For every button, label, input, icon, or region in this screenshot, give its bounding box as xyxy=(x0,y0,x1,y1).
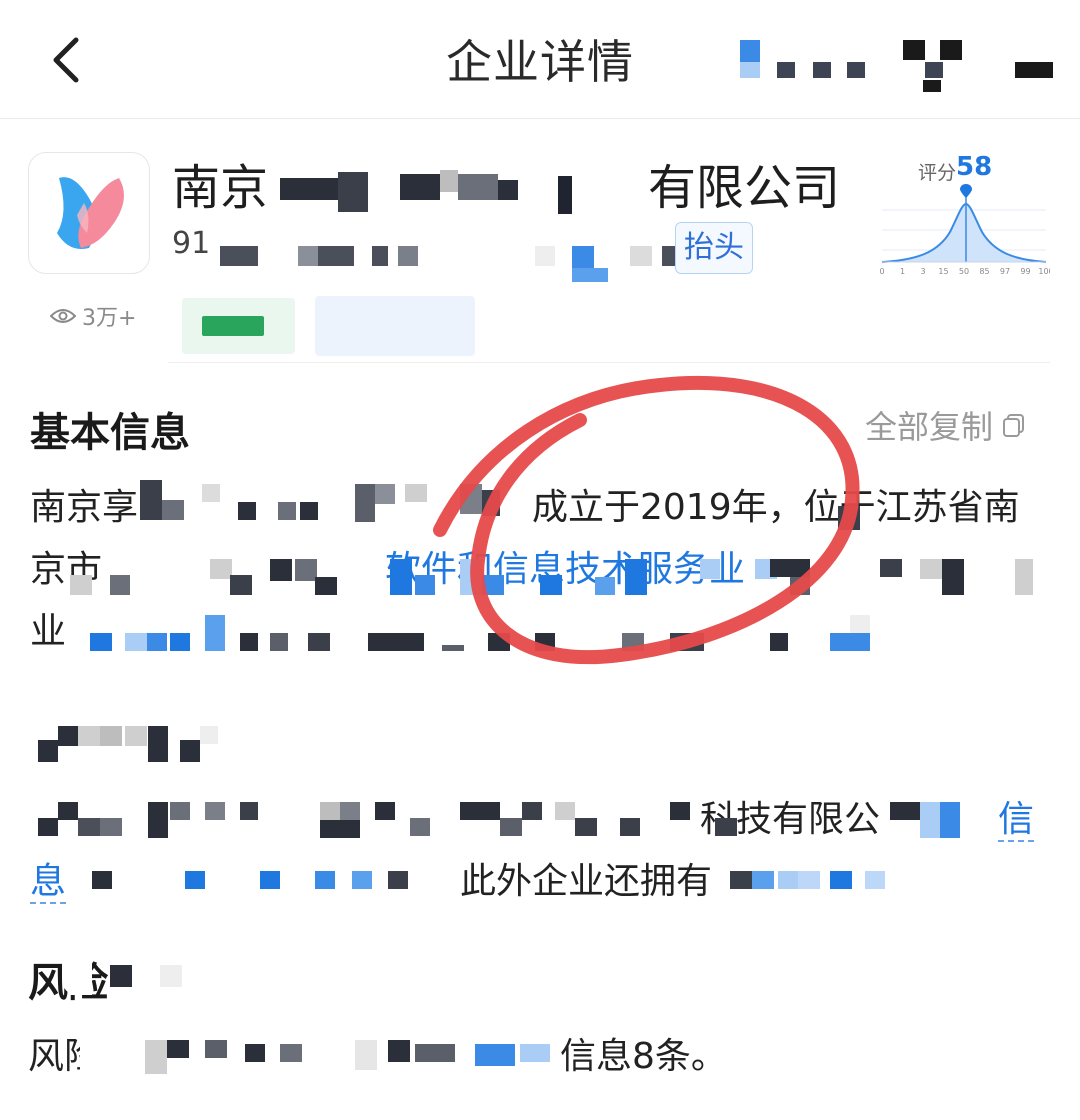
company-logo xyxy=(28,152,150,274)
eye-icon xyxy=(50,309,76,323)
company-name-redacted xyxy=(270,164,600,214)
score-curve-fill xyxy=(882,204,1046,262)
risk-summary-redacted xyxy=(80,1030,560,1075)
info-link-end[interactable]: 息 xyxy=(30,852,67,904)
score-tick-label: 1 xyxy=(900,267,905,276)
info-link-start[interactable]: 信 xyxy=(998,790,1035,842)
paragraph-2-line-1-redacted xyxy=(30,800,980,845)
score-value: 58 xyxy=(956,152,993,182)
score-distribution-chart[interactable]: 0 1 3 15 50 85 97 99 100 xyxy=(878,180,1050,280)
intro-line-3-redacted xyxy=(90,615,900,660)
intro-line-1-redacted xyxy=(140,480,540,540)
company-type-badge xyxy=(315,296,475,356)
intro-line-1-founded: 成立于2019年，位于江苏省南 xyxy=(532,487,1020,528)
score-tick-label: 100 xyxy=(1038,267,1050,276)
intro-line-3: 业 xyxy=(30,611,67,652)
score-tick-label: 50 xyxy=(959,267,969,276)
intro-line-2-redacted xyxy=(70,555,1050,600)
basic-info-title: 基本信息 xyxy=(30,410,190,456)
score-tick-label: 99 xyxy=(1020,267,1030,276)
intro-line-1-tail-redacted xyxy=(838,496,898,536)
credit-code-redacted xyxy=(200,232,676,282)
paragraph-2-line-2-redacted xyxy=(90,865,890,905)
score-tick-label: 97 xyxy=(1000,267,1010,276)
company-logo-icon xyxy=(57,177,124,249)
score-tick-label: 15 xyxy=(938,267,948,276)
copy-all-label: 全部复制 xyxy=(865,408,994,446)
score-marker-pin xyxy=(960,184,972,198)
risk-title-redacted xyxy=(70,955,210,1000)
score-tick-label: 85 xyxy=(979,267,989,276)
view-count-value: 3万+ xyxy=(82,306,137,331)
paragraph-2-redacted-heading xyxy=(30,720,230,770)
view-count: 3万+ xyxy=(50,300,136,332)
header-actions-redacted[interactable] xyxy=(735,40,1065,92)
status-badge xyxy=(182,298,295,354)
risk-summary-tail: 信息8条。 xyxy=(560,1036,727,1077)
copy-icon xyxy=(1003,414,1025,437)
invoice-title-tag[interactable]: 抬头 xyxy=(675,222,753,274)
intro-line-1: 南京享 xyxy=(30,487,139,528)
score-tick-label: 3 xyxy=(920,267,925,276)
score-ticks: 0 1 3 15 50 85 97 99 100 xyxy=(879,267,1050,276)
copy-all-button[interactable]: 全部复制 xyxy=(865,402,1027,448)
card-divider xyxy=(168,362,1050,363)
score-tick-label: 0 xyxy=(879,267,884,276)
